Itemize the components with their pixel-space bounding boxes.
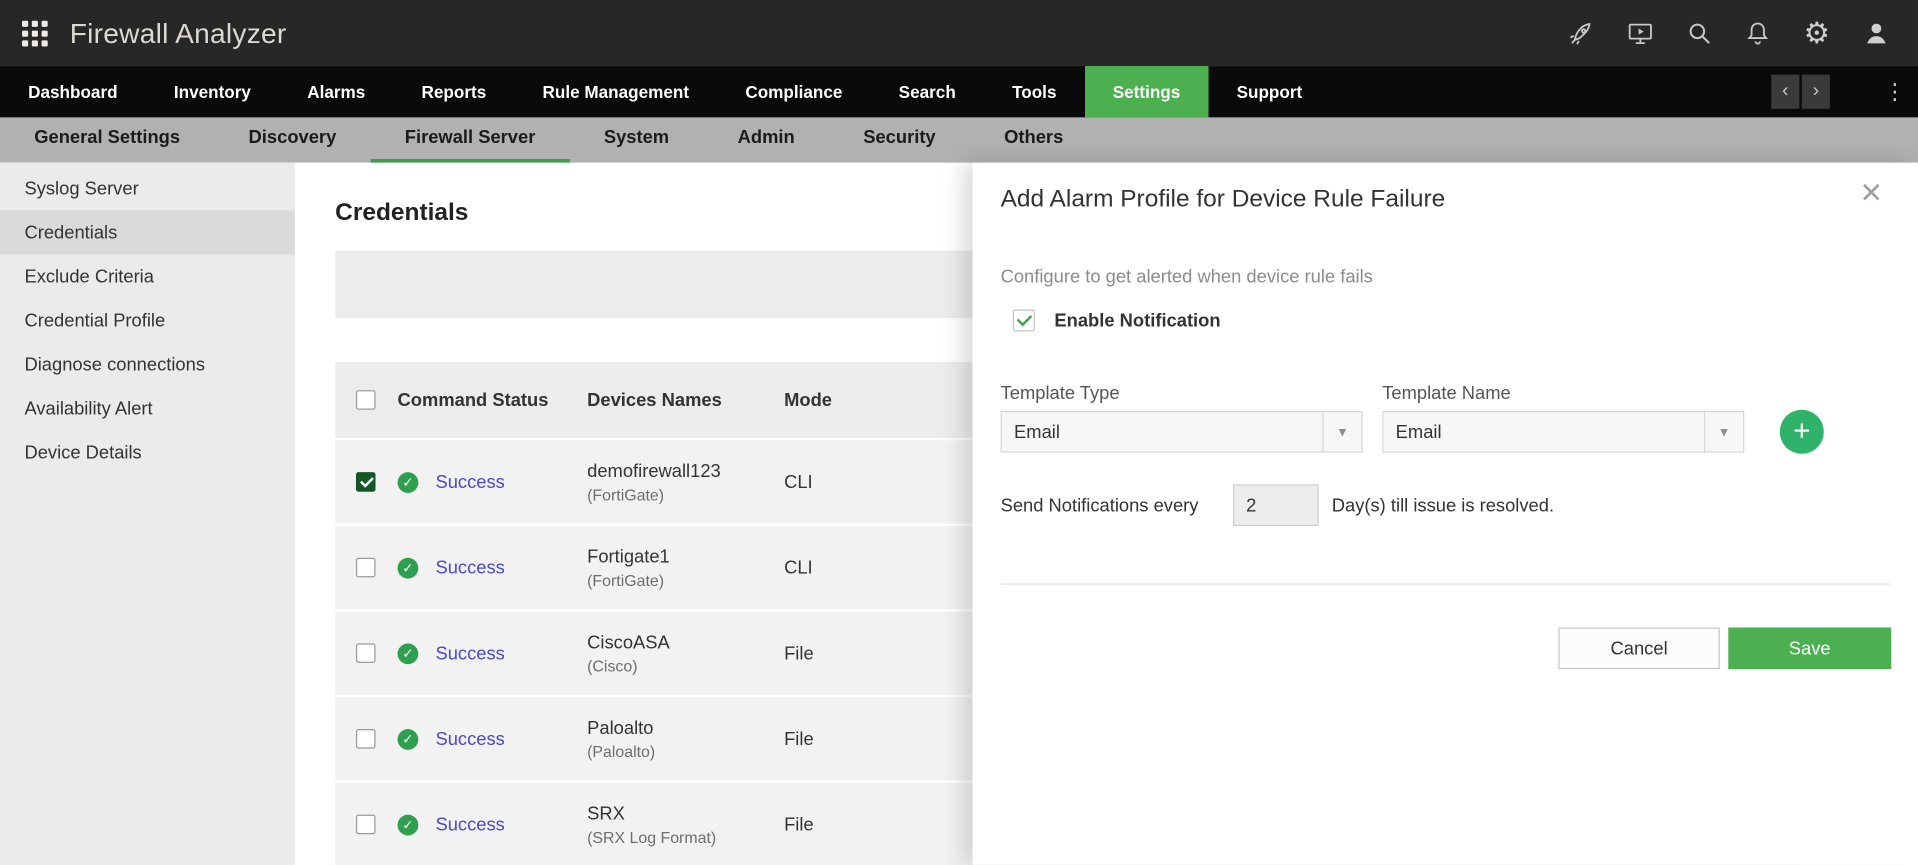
status-link[interactable]: Success (435, 472, 504, 493)
success-check-icon: ✓ (398, 472, 419, 493)
status-link[interactable]: Success (435, 814, 504, 835)
sidebar-item-diagnose-connections[interactable]: Diagnose connections (0, 342, 295, 386)
nav-dashboard[interactable]: Dashboard (0, 66, 146, 117)
send-notifications-prefix: Send Notifications every (1001, 495, 1199, 516)
enable-notification-row: Enable Notification (1001, 309, 1891, 331)
rocket-icon[interactable] (1569, 20, 1596, 47)
enable-notification-checkbox[interactable] (1013, 309, 1035, 331)
sidebar: Syslog Server Credentials Exclude Criter… (0, 163, 295, 865)
nav-search[interactable]: Search (871, 66, 984, 117)
template-labels-row: Template Type Template Name (1001, 383, 1891, 404)
chevron-down-icon: ▾ (1704, 412, 1743, 451)
device-format: (FortiGate) (587, 571, 784, 589)
topbar-actions: ⚙ (1569, 18, 1891, 47)
nav-settings[interactable]: Settings (1085, 66, 1209, 117)
row-checkbox[interactable] (356, 729, 376, 749)
subnav-firewall-server[interactable]: Firewall Server (371, 117, 570, 162)
user-avatar[interactable] (1862, 18, 1891, 47)
modal-title: Add Alarm Profile for Device Rule Failur… (1001, 163, 1891, 216)
column-command-status: Command Status (398, 362, 588, 439)
sidebar-item-availability-alert[interactable]: Availability Alert (0, 387, 295, 431)
success-check-icon: ✓ (398, 643, 419, 664)
add-alarm-profile-modal: × Add Alarm Profile for Device Rule Fail… (972, 163, 1918, 865)
settings-subnav: General Settings Discovery Firewall Serv… (0, 117, 1918, 162)
add-template-button[interactable]: + (1780, 410, 1824, 454)
sidebar-item-credentials[interactable]: Credentials (0, 210, 295, 254)
row-checkbox[interactable] (356, 558, 376, 578)
nav-overflow-menu-icon[interactable]: ⋮ (1884, 66, 1906, 117)
cancel-button[interactable]: Cancel (1558, 628, 1719, 670)
subnav-security[interactable]: Security (829, 117, 970, 162)
sidebar-item-syslog-server[interactable]: Syslog Server (0, 166, 295, 210)
topbar: Firewall Analyzer (0, 0, 1918, 66)
device-format: (Cisco) (587, 656, 784, 674)
nav-inventory[interactable]: Inventory (146, 66, 279, 117)
device-name: CiscoASA (587, 632, 784, 653)
apps-grid-icon[interactable] (22, 20, 48, 46)
demo-screen-icon[interactable] (1627, 20, 1654, 47)
modal-actions: Cancel Save (1001, 628, 1891, 670)
row-checkbox[interactable] (356, 643, 376, 663)
sidebar-item-credential-profile[interactable]: Credential Profile (0, 298, 295, 342)
template-name-value: Email (1383, 412, 1703, 451)
subnav-system[interactable]: System (570, 117, 704, 162)
template-type-select[interactable]: Email ▾ (1001, 411, 1363, 453)
enable-notification-label: Enable Notification (1054, 310, 1220, 331)
main-nav: Dashboard Inventory Alarms Reports Rule … (0, 66, 1918, 117)
app-title: Firewall Analyzer (70, 17, 287, 50)
modal-divider (1001, 583, 1890, 584)
screen: Firewall Analyzer (0, 0, 1918, 865)
send-notifications-suffix: Day(s) till issue is resolved. (1332, 495, 1554, 516)
success-check-icon: ✓ (398, 557, 419, 578)
sidebar-item-exclude-criteria[interactable]: Exclude Criteria (0, 254, 295, 298)
row-checkbox[interactable] (356, 472, 376, 492)
notification-interval-input[interactable] (1233, 484, 1319, 526)
subnav-discovery[interactable]: Discovery (214, 117, 370, 162)
nav-compliance[interactable]: Compliance (717, 66, 870, 117)
nav-support[interactable]: Support (1208, 66, 1330, 117)
column-devices-names: Devices Names (587, 362, 784, 439)
device-name: SRX (587, 803, 784, 824)
template-name-label: Template Name (1382, 383, 1510, 404)
close-icon[interactable]: × (1853, 168, 1889, 219)
template-type-label: Template Type (1001, 383, 1363, 404)
device-name: demofirewall123 (587, 461, 784, 482)
select-all-checkbox[interactable] (356, 390, 376, 410)
row-checkbox[interactable] (356, 815, 376, 835)
chevron-down-icon: ▾ (1322, 412, 1361, 451)
nav-scroll-left-icon[interactable]: ‹ (1771, 75, 1799, 109)
device-format: (Paloalto) (587, 742, 784, 760)
status-link[interactable]: Success (435, 643, 504, 664)
nav-scroll-right-icon[interactable]: › (1802, 75, 1830, 109)
device-format: (FortiGate) (587, 485, 784, 503)
page-body: Syslog Server Credentials Exclude Criter… (0, 163, 1918, 865)
nav-alarms[interactable]: Alarms (279, 66, 393, 117)
status-link[interactable]: Success (435, 557, 504, 578)
template-selects-row: Email ▾ Email ▾ + (1001, 410, 1891, 454)
settings-gear-icon[interactable]: ⚙ (1804, 18, 1830, 47)
nav-rule-management[interactable]: Rule Management (514, 66, 717, 117)
subnav-others[interactable]: Others (970, 117, 1098, 162)
subnav-general-settings[interactable]: General Settings (0, 117, 214, 162)
modal-description: Configure to get alerted when device rul… (1001, 267, 1891, 288)
template-type-value: Email (1002, 412, 1322, 451)
subnav-admin[interactable]: Admin (703, 117, 829, 162)
nav-tools[interactable]: Tools (984, 66, 1085, 117)
nav-controls: ‹ › (1771, 66, 1830, 117)
success-check-icon: ✓ (398, 728, 419, 749)
device-name: Paloalto (587, 717, 784, 738)
send-notifications-row: Send Notifications every Day(s) till iss… (1001, 484, 1891, 526)
device-name: Fortigate1 (587, 546, 784, 567)
save-button[interactable]: Save (1728, 628, 1891, 670)
success-check-icon: ✓ (398, 814, 419, 835)
template-name-select[interactable]: Email ▾ (1382, 411, 1744, 453)
nav-reports[interactable]: Reports (393, 66, 514, 117)
notifications-bell-icon[interactable] (1745, 20, 1772, 47)
sidebar-item-device-details[interactable]: Device Details (0, 431, 295, 475)
search-icon[interactable] (1686, 20, 1713, 47)
device-format: (SRX Log Format) (587, 828, 784, 846)
status-link[interactable]: Success (435, 728, 504, 749)
